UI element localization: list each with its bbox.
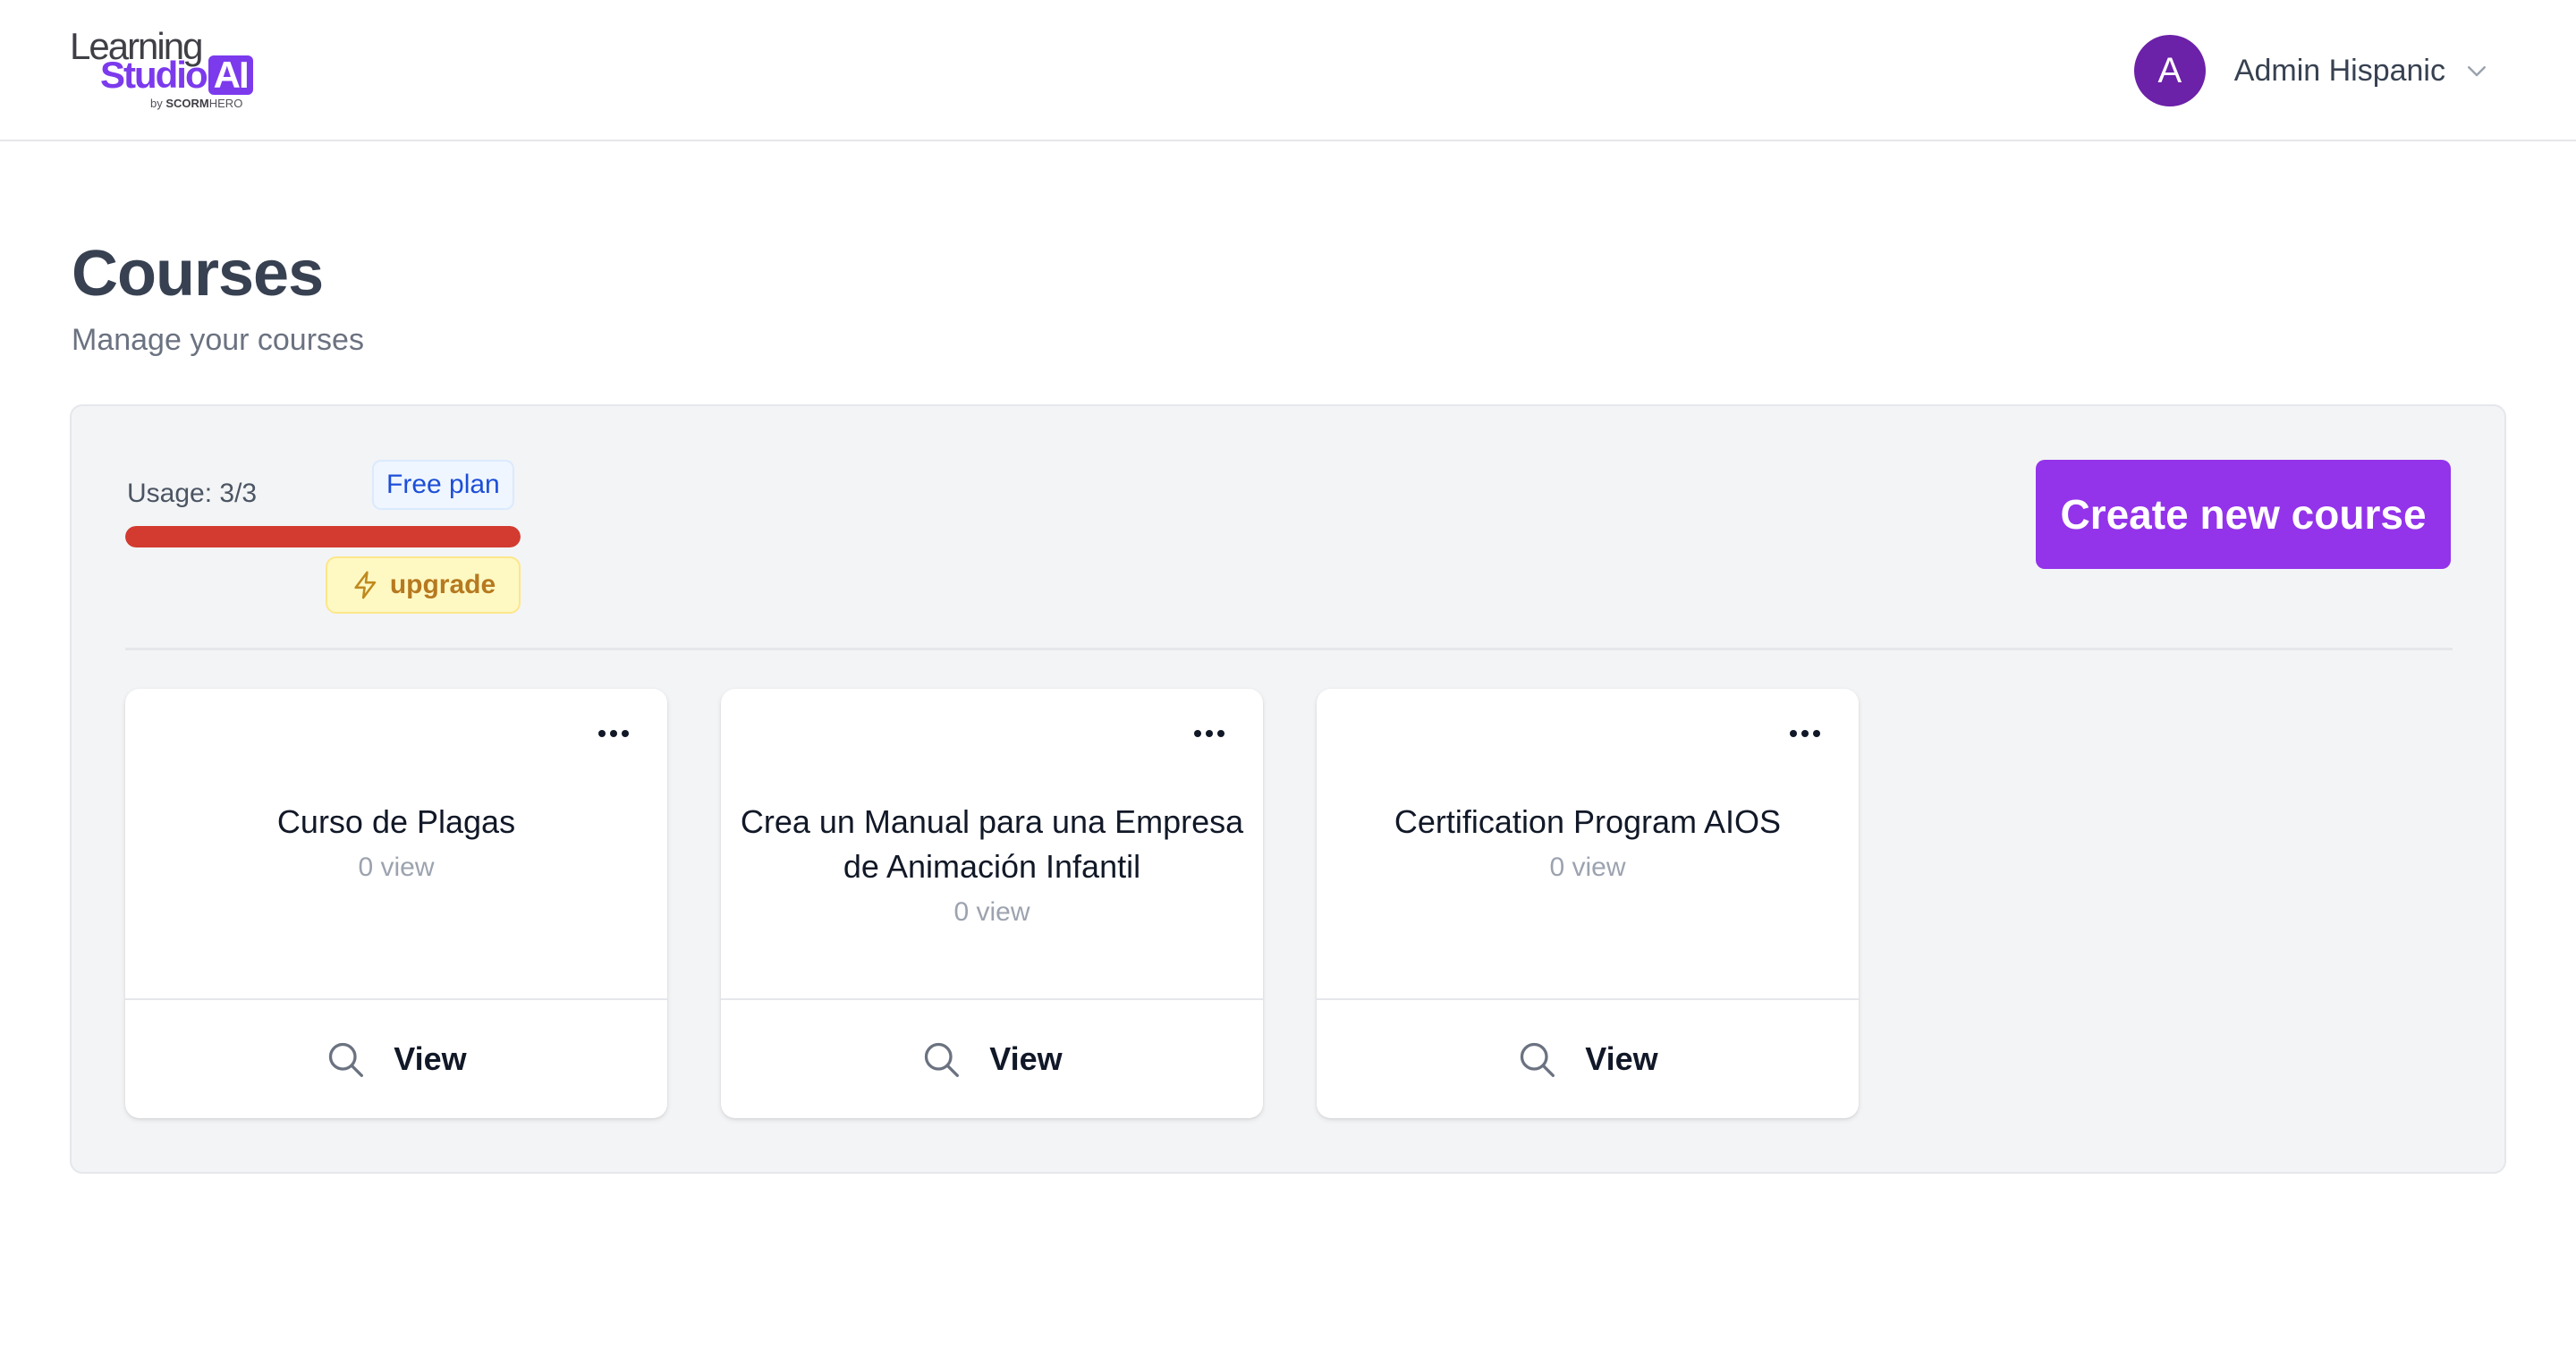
avatar[interactable]: A [2133,35,2206,106]
usage-progress-fill [125,526,521,547]
top-header: Learning Studio AI by SCORMHERO A Admin H… [0,0,2576,141]
chevron-down-icon[interactable] [2463,57,2490,84]
page-title: Courses [72,238,324,310]
more-options-icon[interactable] [1789,728,1821,739]
courses-panel: Usage: 3/3 Free plan upgrade Create new … [70,404,2506,1174]
view-course-button[interactable]: View [721,998,1263,1118]
course-views: 0 view [953,897,1030,927]
usage-progress-bar [125,526,521,547]
logo-by-text: by [150,97,163,110]
search-icon [329,1042,364,1077]
lightning-icon [354,571,377,599]
logo-studio-text: Studio [100,54,208,96]
view-course-button[interactable]: View [125,998,667,1118]
logo-byline: by SCORMHERO [150,97,242,111]
logo-hero-text: HERO [208,97,243,110]
course-views: 0 view [358,853,435,882]
learning-studio-logo[interactable]: Learning Studio AI by SCORMHERO [70,27,258,116]
logo-ai-badge: AI [208,55,253,95]
view-course-button[interactable]: View [1317,998,1859,1118]
logo-scorm-text: SCORM [165,97,209,110]
upgrade-button[interactable]: upgrade [326,556,521,614]
course-card: Crea un Manual para una Empresa de Anima… [721,689,1263,1118]
create-new-course-button[interactable]: Create new course [2036,460,2451,569]
more-options-icon[interactable] [1193,728,1225,739]
page-subtitle: Manage your courses [72,323,364,357]
upgrade-label: upgrade [389,570,496,599]
divider [125,648,2453,650]
course-card: Certification Program AIOS 0 view View [1317,689,1859,1118]
search-icon [925,1042,960,1077]
view-label: View [394,1040,467,1077]
user-name[interactable]: Admin Hispanic [2234,54,2445,89]
usage-label: Usage: 3/3 [127,479,258,508]
course-title: Crea un Manual para una Empresa de Anima… [740,803,1244,885]
view-label: View [989,1040,1063,1077]
user-menu[interactable]: A Admin Hispanic [2133,34,2490,107]
plan-badge: Free plan [372,460,514,510]
course-title: Curso de Plagas [276,803,516,840]
logo-line-2: Studio AI [100,55,253,95]
view-label: View [1585,1040,1658,1077]
course-list: Curso de Plagas 0 view View Crea un Manu… [125,689,1859,1118]
course-card: Curso de Plagas 0 view View [125,689,667,1118]
course-title: Certification Program AIOS [1394,803,1782,840]
search-icon [1521,1042,1555,1077]
more-options-icon[interactable] [597,728,630,739]
course-views: 0 view [1549,853,1626,882]
